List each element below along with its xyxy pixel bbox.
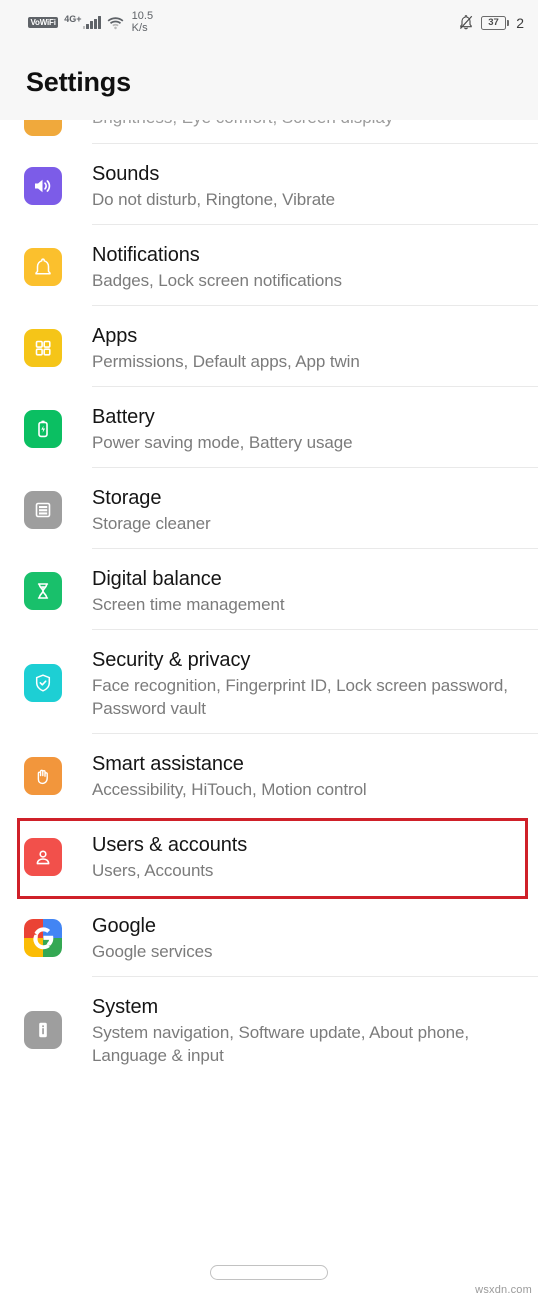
divider: [92, 224, 538, 225]
list-item-title: Battery: [92, 406, 155, 428]
network-type-label: 4G+: [64, 14, 82, 24]
list-item-apps[interactable]: Apps Permissions, Default apps, App twin: [0, 305, 538, 386]
storage-lines-icon: [24, 491, 62, 529]
list-item-subtitle: Users, Accounts: [92, 861, 214, 880]
page-header: Settings: [0, 45, 538, 120]
battery-percent: 37: [488, 16, 499, 28]
list-item-title: Storage: [92, 487, 162, 509]
navigation-bar: wsxdn.com: [0, 1245, 538, 1300]
page-title: Settings: [26, 67, 131, 97]
list-item-subtitle: Google services: [92, 942, 213, 961]
list-item-storage[interactable]: Storage Storage cleaner: [0, 467, 538, 548]
list-item-security-privacy[interactable]: Security & privacy Face recognition, Fin…: [0, 629, 538, 733]
list-item-title: Users & accounts: [92, 834, 248, 856]
list-item-subtitle: System navigation, Software update, Abou…: [92, 1023, 470, 1065]
list-item-texts: Security & privacy Face recognition, Fin…: [92, 642, 517, 720]
list-item-smart-assistance[interactable]: Smart assistance Accessibility, HiTouch,…: [0, 733, 538, 814]
list-item-texts: Sounds Do not disturb, Ringtone, Vibrate: [92, 156, 335, 211]
list-item-texts: Google Google services: [92, 908, 212, 963]
list-item-title: Smart assistance: [92, 753, 244, 775]
partial-row-display[interactable]: Brightness, Eye comfort, Screen display: [0, 120, 538, 143]
list-item-notifications[interactable]: Notifications Badges, Lock screen notifi…: [0, 224, 538, 305]
divider: [92, 467, 538, 468]
bell-off-icon: [458, 14, 474, 31]
data-rate-unit: K/s: [131, 21, 148, 34]
home-gesture-pill[interactable]: [210, 1265, 328, 1280]
list-item-title: System: [92, 996, 159, 1018]
settings-list: Brightness, Eye comfort, Screen display …: [0, 120, 538, 1080]
phone-info-icon: [24, 1011, 62, 1049]
list-item-users-accounts[interactable]: Users & accounts Users, Accounts: [0, 814, 538, 899]
list-item-digital-balance[interactable]: Digital balance Screen time management: [0, 548, 538, 629]
list-item-texts: Apps Permissions, Default apps, App twin: [92, 318, 360, 373]
data-rate-value: 10.5: [131, 10, 154, 22]
list-item-title: Sounds: [92, 163, 160, 185]
divider: [92, 629, 538, 630]
list-item-texts: Digital balance Screen time management: [92, 561, 285, 616]
status-bar: VoWiFi 4G+ 10.5 K/s 37 2: [0, 0, 538, 45]
list-item-texts: System System navigation, Software updat…: [92, 989, 517, 1067]
user-person-icon: [24, 838, 62, 876]
signal-strength-bars: [82, 16, 101, 29]
list-item-texts: Users & accounts Users, Accounts: [92, 827, 247, 882]
list-item-title: Digital balance: [92, 568, 222, 590]
google-g-icon: [24, 919, 62, 957]
divider: [92, 305, 538, 306]
watermark: wsxdn.com: [475, 1284, 532, 1296]
list-item-sounds[interactable]: Sounds Do not disturb, Ringtone, Vibrate: [0, 143, 538, 224]
hourglass-icon: [24, 572, 62, 610]
list-item-subtitle: Screen time management: [92, 595, 285, 614]
status-bar-left: VoWiFi 4G+ 10.5 K/s: [28, 10, 154, 34]
display-icon: [24, 120, 62, 136]
signal-bars-icon: 4G+: [64, 14, 101, 29]
list-item-title: Notifications: [92, 244, 200, 266]
app-grid-icon: [24, 329, 62, 367]
list-item-texts: Battery Power saving mode, Battery usage: [92, 399, 353, 454]
bell-icon: [24, 248, 62, 286]
list-item-subtitle: Accessibility, HiTouch, Motion control: [92, 780, 367, 799]
list-item-title: Apps: [92, 325, 138, 347]
list-item-subtitle: Face recognition, Fingerprint ID, Lock s…: [92, 676, 508, 718]
list-item-google[interactable]: Google Google services: [0, 895, 538, 976]
list-item-subtitle: Storage cleaner: [92, 514, 211, 533]
divider: [92, 733, 538, 734]
status-bar-right: 37 2: [458, 14, 524, 31]
phone-screen: VoWiFi 4G+ 10.5 K/s 37 2 Settings Sounds…: [0, 0, 538, 1300]
wifi-icon: [107, 16, 124, 30]
hand-icon: [24, 757, 62, 795]
list-item-title: Google: [92, 915, 156, 937]
shield-check-icon: [24, 664, 62, 702]
divider: [92, 548, 538, 549]
vowifi-badge-icon: VoWiFi: [28, 17, 59, 28]
list-item-subtitle: Permissions, Default apps, App twin: [92, 352, 360, 371]
status-bar-clock: 2: [516, 14, 524, 31]
divider: [92, 386, 538, 387]
list-item-subtitle: Badges, Lock screen notifications: [92, 271, 342, 290]
battery-bolt-icon: [24, 410, 62, 448]
list-item-system[interactable]: System System navigation, Software updat…: [0, 976, 538, 1080]
list-item-texts: Notifications Badges, Lock screen notifi…: [92, 237, 342, 292]
data-rate: 10.5 K/s: [131, 10, 154, 34]
list-item-title: Security & privacy: [92, 649, 251, 671]
divider: [92, 976, 538, 977]
list-item-texts: Storage Storage cleaner: [92, 480, 211, 535]
list-item-subtitle: Power saving mode, Battery usage: [92, 433, 353, 452]
divider: [92, 143, 538, 144]
speaker-volume-icon: [24, 167, 62, 205]
battery-icon: 37: [481, 15, 510, 30]
partial-row-subtitle: Brightness, Eye comfort, Screen display: [92, 120, 393, 128]
list-item-texts: Smart assistance Accessibility, HiTouch,…: [92, 746, 367, 801]
list-item-battery[interactable]: Battery Power saving mode, Battery usage: [0, 386, 538, 467]
list-item-subtitle: Do not disturb, Ringtone, Vibrate: [92, 190, 336, 209]
